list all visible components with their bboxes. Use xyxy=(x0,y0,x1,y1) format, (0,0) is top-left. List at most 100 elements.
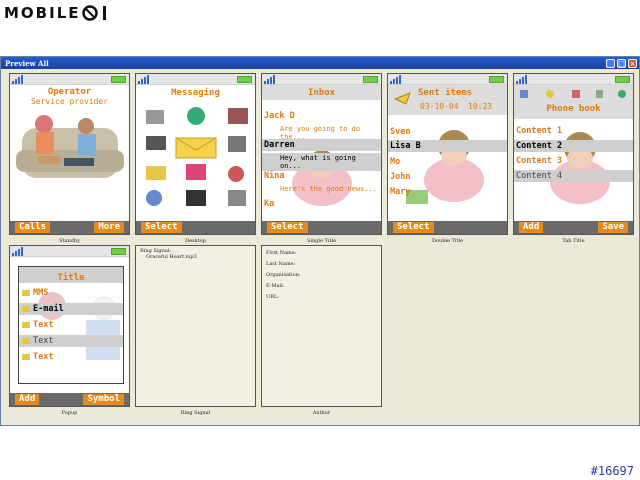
inbox-title: Inbox xyxy=(307,87,336,98)
softkey-symbol[interactable]: Symbol xyxy=(83,394,124,405)
signal-icon xyxy=(516,75,527,84)
notes-icon xyxy=(186,164,206,180)
softkey-bar: Add Symbol xyxy=(10,393,129,406)
softkey-select[interactable]: Select xyxy=(267,222,308,233)
popup-item-label: Text xyxy=(33,336,54,346)
list-item[interactable]: Content 1 xyxy=(516,126,562,136)
tab-card-icon xyxy=(572,90,580,98)
signal-icon xyxy=(264,75,275,84)
preview-area: Operator Service provider 11:25 04-May-0… xyxy=(3,71,637,423)
phone-screen: Phone book Content 1 Content 2 Content 3… xyxy=(513,73,634,235)
preview-window: Preview All _ □ × Operator Service provi… xyxy=(0,56,640,426)
softkey-select[interactable]: Select xyxy=(393,222,434,233)
caption: Author xyxy=(312,410,331,416)
folder-icon xyxy=(22,354,30,360)
single-title-preview[interactable]: Inbox Jack D Are you going to do the... … xyxy=(261,73,382,244)
menu-title: Messaging xyxy=(171,88,220,98)
folder-icon xyxy=(22,306,30,312)
popup-item[interactable]: MMS xyxy=(21,288,48,298)
status-bar xyxy=(262,74,381,85)
popup-item-label: E-mail xyxy=(33,304,64,314)
popup-title-bar: Title xyxy=(19,267,123,283)
popup-item-label: MMS xyxy=(33,288,49,298)
softkey-add[interactable]: Add xyxy=(15,394,40,405)
date: 04-May-04 xyxy=(76,206,125,216)
popup-item[interactable]: Text xyxy=(21,352,53,362)
maximize-button[interactable]: □ xyxy=(617,58,626,68)
caption: Ring Signal xyxy=(180,410,211,416)
battery-icon xyxy=(363,76,378,83)
softkey-select[interactable]: Select xyxy=(141,222,182,233)
signal-icon xyxy=(12,247,23,256)
first-name-label: First Name: xyxy=(266,250,297,256)
popup-item-selected[interactable]: E-mail xyxy=(19,303,123,315)
list-item[interactable]: John xyxy=(390,172,410,182)
close-button[interactable]: × xyxy=(628,58,637,68)
sender: Nina xyxy=(264,171,285,181)
list-item[interactable]: Sven xyxy=(390,127,410,137)
sender: Jack D xyxy=(264,111,295,121)
list-item[interactable]: Content 4 xyxy=(514,170,633,182)
ring-signal-file: Graceful Heart.mp3 xyxy=(146,254,197,260)
logo: MOBILE xyxy=(4,3,117,23)
softkey-calls[interactable]: Calls xyxy=(15,222,51,233)
list-item-selected[interactable]: Darren xyxy=(262,139,381,151)
tab-contacts-icon xyxy=(520,90,528,98)
list-item-selected[interactable]: Lisa B xyxy=(388,140,507,152)
softkey-save[interactable]: Save xyxy=(598,222,628,233)
tab-title-preview[interactable]: Phone book Content 1 Content 2 Content 3… xyxy=(513,73,634,244)
url-label: URL: xyxy=(266,294,279,300)
list-item-selected[interactable]: Content 2 xyxy=(514,140,633,152)
camera-icon xyxy=(146,136,166,150)
author-pane: First Name: Last Name: Organisation: E-M… xyxy=(261,245,382,407)
logo-mark-icon xyxy=(81,5,106,21)
author-preview[interactable]: First Name: Last Name: Organisation: E-M… xyxy=(261,245,382,416)
phone-screen: Messaging Select xyxy=(135,73,256,235)
folder-icon xyxy=(22,322,30,328)
games-icon xyxy=(146,190,162,206)
status-bar xyxy=(514,74,633,85)
tab-bar: Phone book xyxy=(514,85,633,119)
ring-signal-pane: Ring Signal: Graceful Heart.mp3 xyxy=(135,245,256,407)
settings-icon xyxy=(228,190,246,206)
organisation-label: Organisation: xyxy=(266,272,301,278)
popup-title: Title xyxy=(57,273,85,283)
title-bar[interactable]: Preview All _ □ × xyxy=(1,57,639,69)
phone-screen: Title MMS E-mail Text Text Text Add Symb… xyxy=(9,245,130,407)
double-title-preview[interactable]: Sent items 03-10-04 10:23 Sven Lisa B Mo… xyxy=(387,73,508,244)
popup-item-label: Text xyxy=(33,352,54,362)
softkey-bar: Select xyxy=(388,221,507,234)
sender: Ka xyxy=(264,199,275,209)
desktop-preview[interactable]: Messaging Select Desktop xyxy=(135,73,256,244)
caption: Standby xyxy=(59,238,80,244)
popup-preview[interactable]: Title MMS E-mail Text Text Text Add Symb… xyxy=(9,245,130,416)
caption: Desktop xyxy=(185,238,206,244)
ring-signal-preview[interactable]: Ring Signal: Graceful Heart.mp3 Ring Sig… xyxy=(135,245,256,416)
list-item[interactable]: Mo xyxy=(390,157,400,167)
time: 10:23 xyxy=(468,102,493,111)
preview-text: Here's the good news... xyxy=(280,185,377,193)
title-bar: Inbox xyxy=(262,85,381,100)
softkey-add[interactable]: Add xyxy=(519,222,544,233)
list-item[interactable]: Content 3 xyxy=(516,156,562,166)
internet-icon xyxy=(187,107,205,125)
standby-preview[interactable]: Operator Service provider 11:25 04-May-0… xyxy=(9,73,130,244)
calendar-icon xyxy=(228,136,246,152)
watermark: #16697 xyxy=(590,464,634,478)
popup-item[interactable]: Text xyxy=(21,320,53,330)
popup-item-label: Text xyxy=(33,320,54,330)
popup-item[interactable]: Text xyxy=(19,335,123,347)
sent-items-title: Sent items xyxy=(418,88,473,98)
clock: 11:25 xyxy=(13,206,41,216)
operator-name: Operator xyxy=(47,87,92,97)
folder-icon xyxy=(22,338,30,344)
battery-icon xyxy=(489,76,504,83)
spa-illustration xyxy=(406,130,484,204)
softkey-more[interactable]: More xyxy=(94,222,124,233)
minimize-button[interactable]: _ xyxy=(606,58,615,68)
popup-dialog: Title MMS E-mail Text Text Text xyxy=(18,266,124,384)
list-item[interactable]: Mary xyxy=(390,187,410,197)
service-provider: Service provider xyxy=(30,97,109,106)
email-label: E-Mail: xyxy=(266,283,285,289)
softkey-bar: Select xyxy=(262,221,381,234)
